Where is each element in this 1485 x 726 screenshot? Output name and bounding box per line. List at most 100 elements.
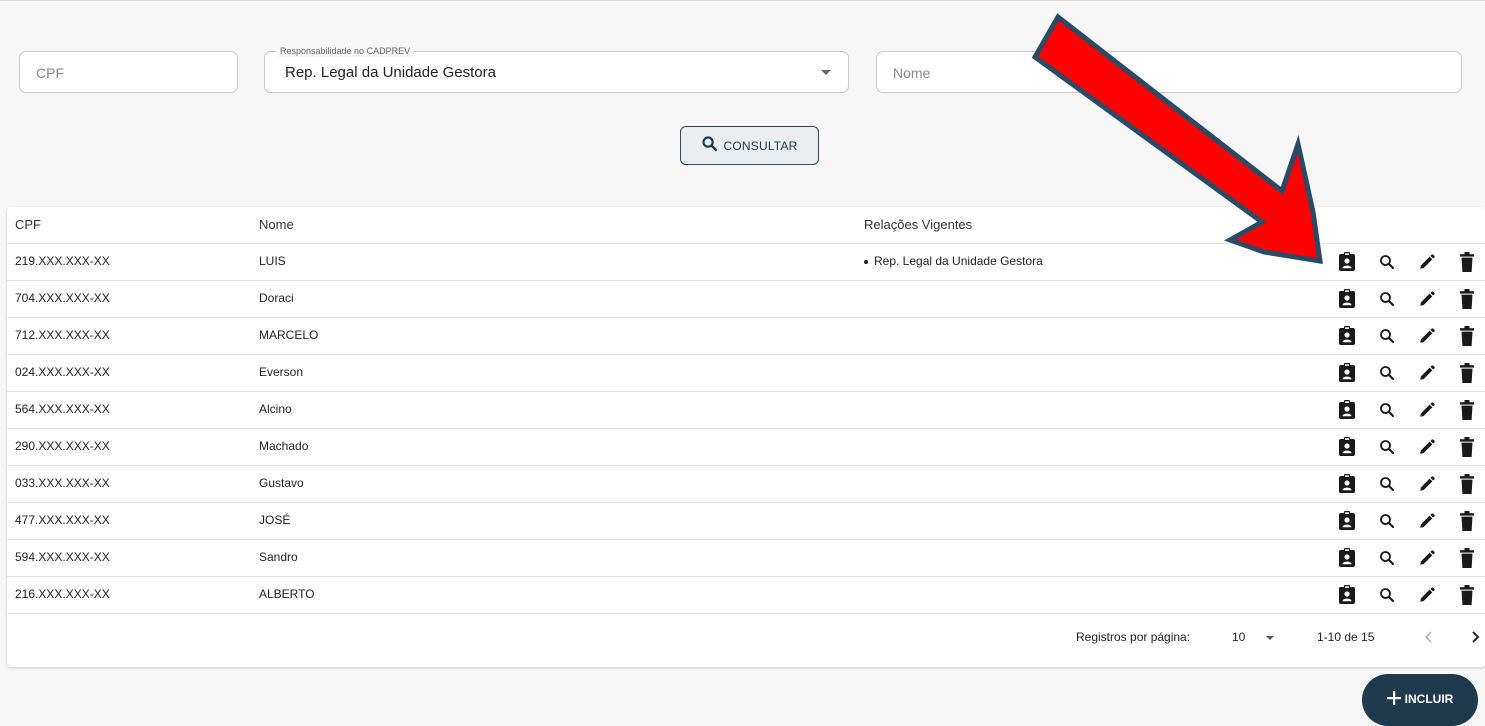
cell-relacoes: Rep. Legal da Unidade Gestora: [864, 243, 1043, 280]
search-icon: [701, 135, 718, 157]
row-actions: [1337, 391, 1477, 428]
cell-nome: MARCELO: [259, 328, 319, 342]
badge-icon[interactable]: [1337, 325, 1357, 347]
cell-cpf: 024.XXX.XXX-XX: [15, 365, 110, 379]
edit-icon[interactable]: [1417, 399, 1437, 421]
badge-icon[interactable]: [1337, 473, 1357, 495]
search-icon[interactable]: [1377, 473, 1397, 495]
delete-icon[interactable]: [1457, 325, 1477, 347]
table-row: 594.XXX.XXX-XX Sandro: [7, 539, 1485, 577]
edit-icon[interactable]: [1417, 584, 1437, 606]
cell-nome: Alcino: [259, 402, 292, 416]
row-actions: [1337, 354, 1477, 391]
cpf-input[interactable]: [34, 52, 223, 94]
search-icon[interactable]: [1377, 251, 1397, 273]
table-row: 704.XXX.XXX-XX Doraci: [7, 280, 1485, 318]
delete-icon[interactable]: [1457, 362, 1477, 384]
search-icon[interactable]: [1377, 325, 1397, 347]
nome-field[interactable]: [876, 51, 1462, 94]
delete-icon[interactable]: [1457, 584, 1477, 606]
cell-nome: Everson: [259, 365, 304, 379]
table-row: 712.XXX.XXX-XX MARCELO: [7, 317, 1485, 355]
responsabilidade-select[interactable]: Responsabilidade no CADPREV Rep. Legal d…: [264, 45, 849, 93]
row-actions: [1337, 428, 1477, 465]
search-icon[interactable]: [1377, 288, 1397, 310]
badge-icon[interactable]: [1337, 288, 1357, 310]
delete-icon[interactable]: [1457, 399, 1477, 421]
row-actions: [1337, 280, 1477, 317]
badge-icon[interactable]: [1337, 362, 1357, 384]
cell-cpf: 712.XXX.XXX-XX: [15, 328, 110, 342]
header-nome: Nome: [259, 217, 294, 232]
edit-icon[interactable]: [1417, 473, 1437, 495]
cell-nome: Machado: [259, 439, 309, 453]
row-actions: [1337, 502, 1477, 539]
badge-icon[interactable]: [1337, 584, 1357, 606]
row-actions: [1337, 317, 1477, 354]
plus-icon: [1386, 691, 1401, 710]
delete-icon[interactable]: [1457, 288, 1477, 310]
consultar-label: CONSULTAR: [723, 138, 798, 153]
search-icon[interactable]: [1377, 547, 1397, 569]
search-icon[interactable]: [1377, 436, 1397, 458]
delete-icon[interactable]: [1457, 436, 1477, 458]
table-row: 216.XXX.XXX-XX ALBERTO: [7, 576, 1485, 614]
edit-icon[interactable]: [1417, 510, 1437, 532]
edit-icon[interactable]: [1417, 288, 1437, 310]
cell-cpf: 290.XXX.XXX-XX: [15, 439, 110, 453]
cell-cpf: 219.XXX.XXX-XX: [15, 254, 110, 268]
cell-nome: ALBERTO: [259, 587, 315, 601]
badge-icon[interactable]: [1337, 547, 1357, 569]
table-row: 024.XXX.XXX-XX Everson: [7, 354, 1485, 392]
cell-cpf: 594.XXX.XXX-XX: [15, 550, 110, 564]
rows-per-page-select[interactable]: 10: [1232, 630, 1245, 644]
edit-icon[interactable]: [1417, 547, 1437, 569]
results-table: CPF Nome Relações Vigentes 219.XXX.XXX-X…: [7, 207, 1485, 667]
incluir-label: INCLUIR: [1404, 692, 1454, 706]
chevron-left-icon[interactable]: [1419, 626, 1439, 648]
badge-icon[interactable]: [1337, 399, 1357, 421]
cell-nome: Sandro: [259, 550, 298, 564]
cell-cpf: 033.XXX.XXX-XX: [15, 476, 110, 490]
consultar-button[interactable]: CONSULTAR: [680, 126, 819, 165]
incluir-button[interactable]: INCLUIR: [1362, 674, 1478, 726]
badge-icon[interactable]: [1337, 436, 1357, 458]
edit-icon[interactable]: [1417, 251, 1437, 273]
delete-icon[interactable]: [1457, 547, 1477, 569]
badge-icon[interactable]: [1337, 510, 1357, 532]
bullet: [864, 259, 868, 264]
delete-icon[interactable]: [1457, 473, 1477, 495]
table-row: 564.XXX.XXX-XX Alcino: [7, 391, 1485, 429]
row-actions: [1337, 539, 1477, 576]
nome-input[interactable]: [891, 52, 1447, 94]
edit-icon[interactable]: [1417, 436, 1437, 458]
search-icon[interactable]: [1377, 584, 1397, 606]
cell-nome: LUIS: [259, 254, 286, 268]
edit-icon[interactable]: [1417, 325, 1437, 347]
pagination: Registros por página: 10 1-10 de 15: [7, 622, 1485, 652]
responsabilidade-label: Responsabilidade no CADPREV: [276, 45, 415, 57]
search-icon[interactable]: [1377, 510, 1397, 532]
table-row: 290.XXX.XXX-XX Machado: [7, 428, 1485, 466]
delete-icon[interactable]: [1457, 251, 1477, 273]
cell-cpf: 216.XXX.XXX-XX: [15, 587, 110, 601]
table-header: CPF Nome Relações Vigentes: [7, 207, 1485, 244]
delete-icon[interactable]: [1457, 510, 1477, 532]
chevron-down-icon[interactable]: [1266, 636, 1274, 640]
table-row: 033.XXX.XXX-XX Gustavo: [7, 465, 1485, 503]
header-relacoes: Relações Vigentes: [864, 217, 973, 232]
cell-nome: Gustavo: [259, 476, 304, 490]
cell-cpf: 704.XXX.XXX-XX: [15, 291, 110, 305]
chevron-right-icon[interactable]: [1465, 626, 1485, 648]
edit-icon[interactable]: [1417, 362, 1437, 384]
table-row: 477.XXX.XXX-XX JOSÉ: [7, 502, 1485, 540]
row-actions: [1337, 576, 1477, 613]
badge-icon[interactable]: [1337, 251, 1357, 273]
search-icon[interactable]: [1377, 362, 1397, 384]
cpf-field[interactable]: [19, 51, 238, 94]
cell-nome: JOSÉ: [259, 513, 291, 527]
chevron-down-icon[interactable]: [821, 70, 831, 75]
row-actions: [1337, 465, 1477, 502]
search-icon[interactable]: [1377, 399, 1397, 421]
relacao-text: Rep. Legal da Unidade Gestora: [874, 254, 1043, 268]
